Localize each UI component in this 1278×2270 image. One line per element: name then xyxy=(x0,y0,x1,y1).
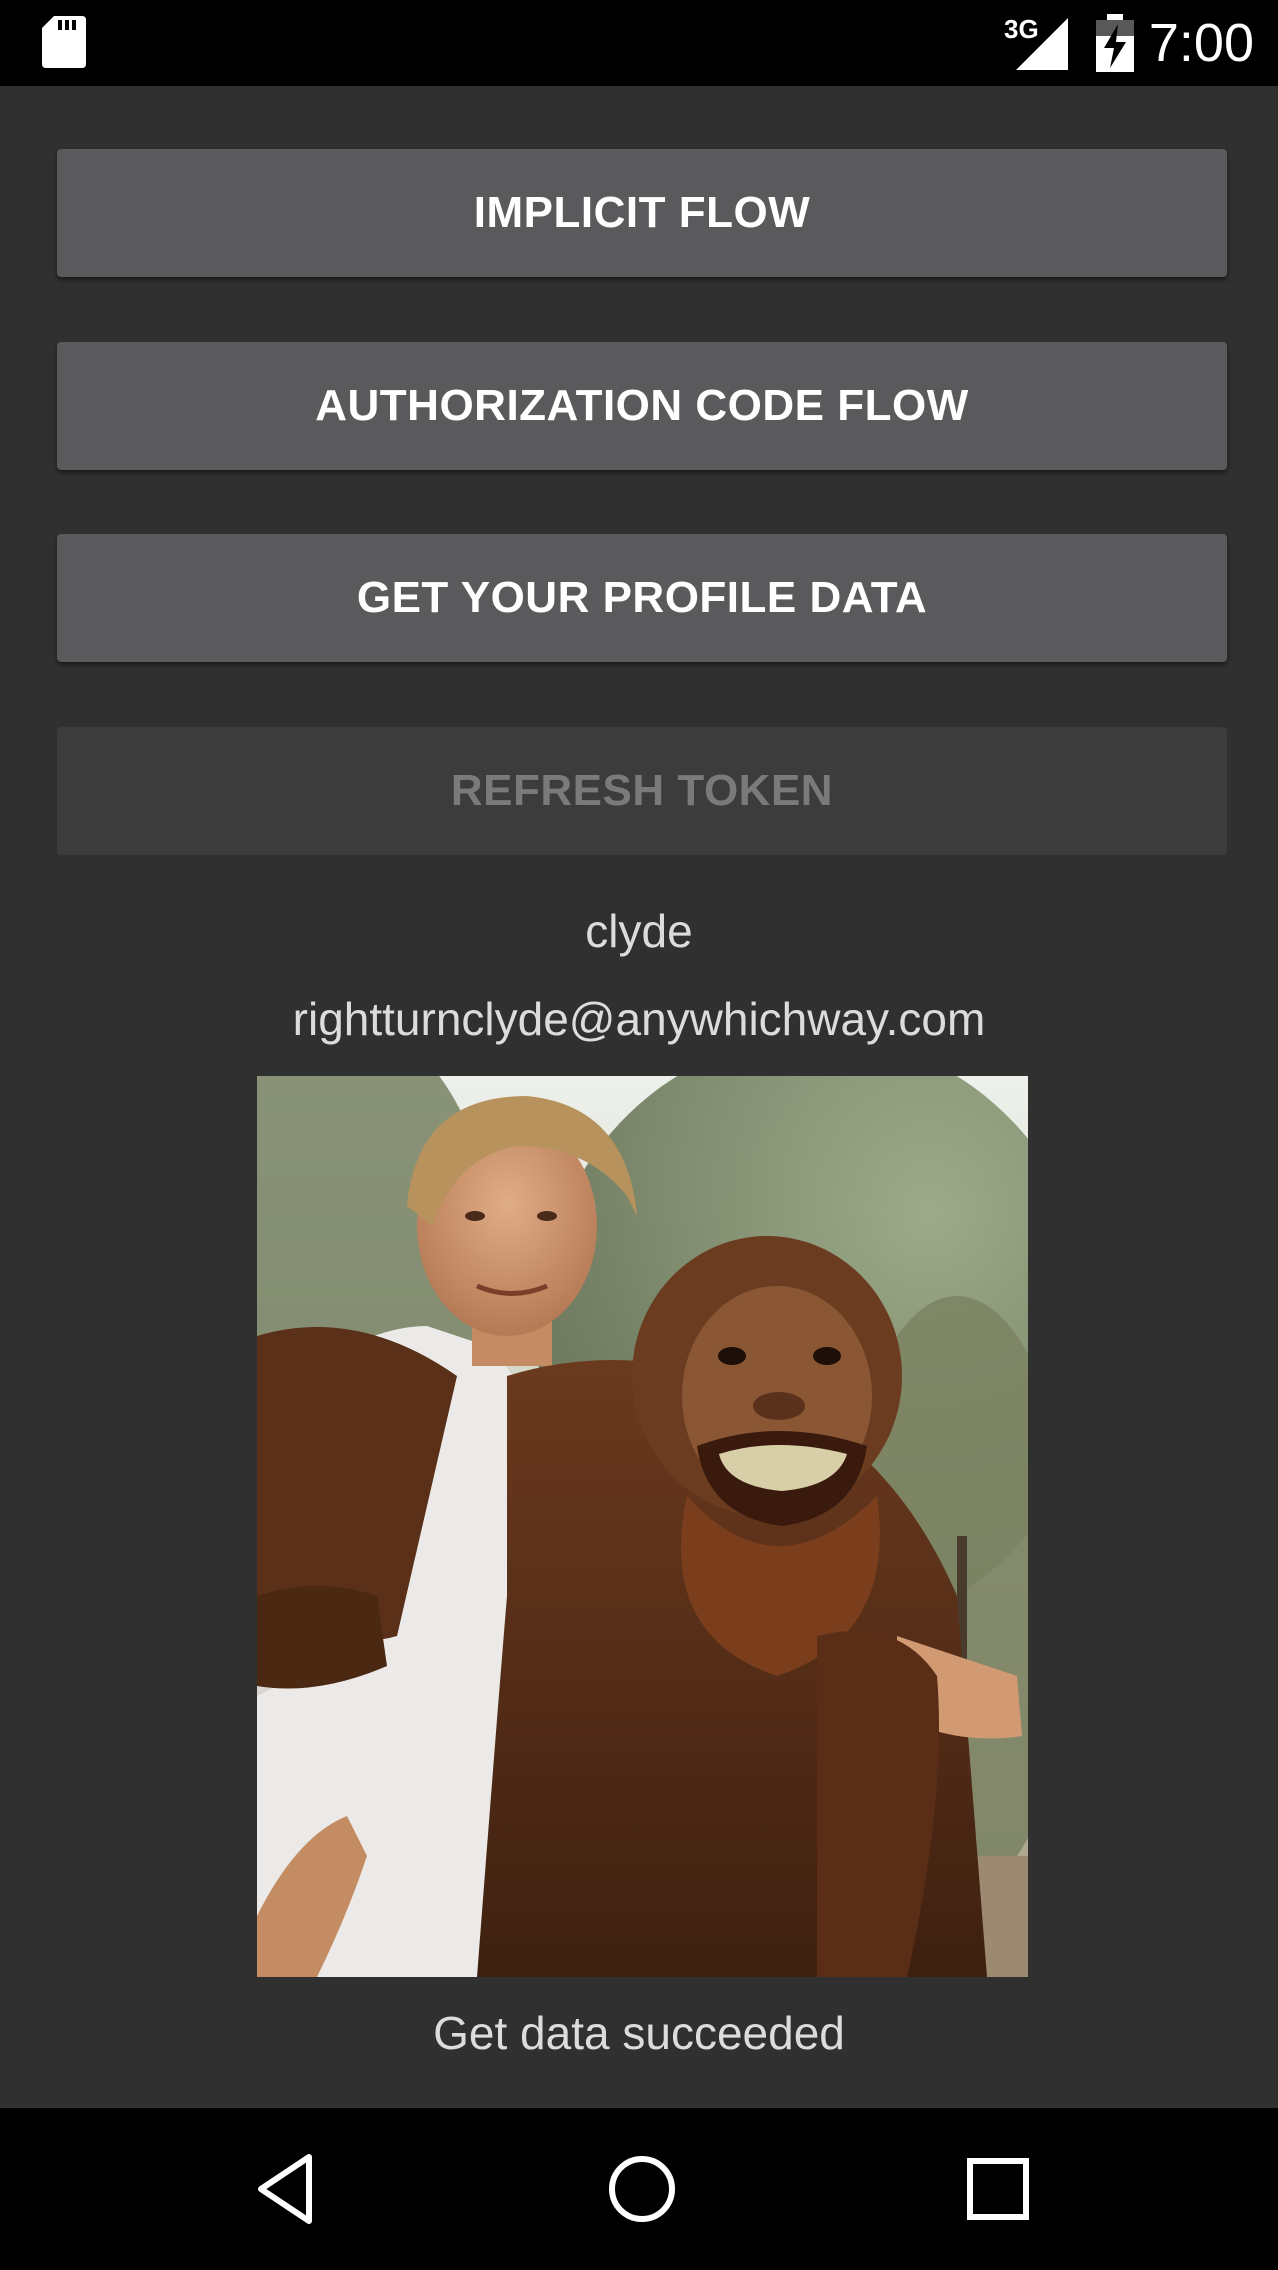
profile-photo xyxy=(257,1076,1028,1977)
main-content: IMPLICIT FLOW AUTHORIZATION CODE FLOW GE… xyxy=(0,86,1278,2108)
refresh-token-button[interactable]: REFRESH TOKEN xyxy=(57,727,1227,855)
profile-email: rightturnclyde@anywhichway.com xyxy=(292,993,986,1045)
recents-icon[interactable] xyxy=(958,2149,1038,2229)
implicit-flow-button[interactable]: IMPLICIT FLOW xyxy=(57,149,1227,277)
navigation-bar xyxy=(0,2108,1278,2270)
home-icon[interactable] xyxy=(602,2149,682,2229)
status-clock: 7:00 xyxy=(1148,13,1254,73)
profile-username: clyde xyxy=(585,905,693,957)
authorization-code-flow-button[interactable]: AUTHORIZATION CODE FLOW xyxy=(57,342,1227,470)
signal-icon xyxy=(1016,18,1068,70)
get-profile-data-button[interactable]: GET YOUR PROFILE DATA xyxy=(57,534,1227,662)
status-bar: 3G 7:00 xyxy=(0,0,1278,86)
status-message: Get data succeeded xyxy=(433,2007,845,2059)
battery-charging-icon xyxy=(1096,14,1134,72)
back-icon[interactable] xyxy=(247,2149,327,2229)
sd-card-icon xyxy=(42,16,86,68)
